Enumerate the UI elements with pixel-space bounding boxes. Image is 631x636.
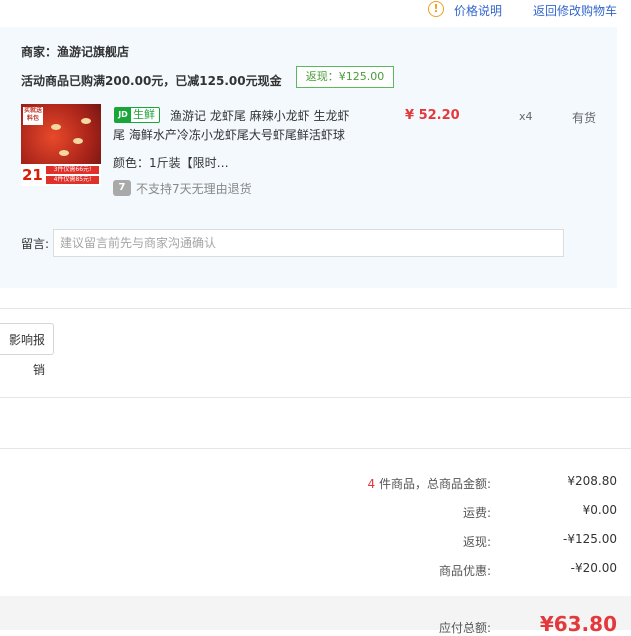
product-image[interactable]: 买就送料包 21 3件仅需66元! 4件仅需85元! xyxy=(21,104,101,186)
note-input[interactable] xyxy=(53,229,564,257)
fresh-label: 生鲜 xyxy=(133,108,155,121)
fresh-badge: JD 生鲜 xyxy=(114,107,160,123)
discount-value: -¥20.00 xyxy=(570,561,617,575)
product-title-line2[interactable]: 尾 海鲜水产冷冻小龙虾尾大号虾尾鲜活虾球 xyxy=(113,126,345,143)
merchant-name: 商家：渔游记旗舰店 xyxy=(21,45,130,59)
payable-bar xyxy=(0,596,631,630)
discount-label: 商品优惠: xyxy=(438,564,491,578)
goods-count: 4 xyxy=(367,477,376,491)
stock-status: 有货 xyxy=(572,111,597,125)
return-policy: 不支持7天无理由退货 xyxy=(136,182,252,196)
image-price: 21 xyxy=(22,166,43,184)
total-goods-amount: ¥208.80 xyxy=(567,474,617,488)
image-offer-2: 4件仅需85元! xyxy=(46,176,99,184)
payable-total: ¥63.80 xyxy=(539,612,617,636)
invoice-reimburse-button[interactable]: 影响报销 xyxy=(0,323,54,377)
jd-fresh-icon: JD xyxy=(115,108,131,122)
divider xyxy=(0,308,631,309)
back-to-cart-link[interactable]: 返回修改购物车 xyxy=(533,2,617,19)
image-gift-tag: 买就送料包 xyxy=(23,107,43,125)
divider xyxy=(0,397,631,398)
rebate-badge: 返现：¥125.00 xyxy=(296,66,394,88)
product-quantity: x4 xyxy=(519,110,533,123)
note-label: 留言: xyxy=(21,237,50,251)
product-color-spec: 颜色：1斤装【限时… xyxy=(113,156,229,170)
product-price: ¥ 52.20 xyxy=(405,108,460,123)
shipping-value: ¥0.00 xyxy=(582,503,617,517)
rebate-label: 返现: xyxy=(462,535,491,549)
info-warning-icon: ! xyxy=(428,1,444,17)
no-return-icon: 7 xyxy=(113,180,131,196)
image-offer-1: 3件仅需66元! xyxy=(46,166,99,174)
order-panel: 商家：渔游记旗舰店 活动商品已购满200.00元，已减125.00元现金 返现：… xyxy=(0,27,617,288)
payable-label: 应付总额: xyxy=(438,621,491,635)
product-title-line1[interactable]: 渔游记 龙虾尾 麻辣小龙虾 生龙虾 xyxy=(170,107,349,124)
promo-text: 活动商品已购满200.00元，已减125.00元现金 xyxy=(21,74,282,88)
rebate-value: -¥125.00 xyxy=(563,532,617,546)
divider xyxy=(0,448,631,449)
shipping-label: 运费: xyxy=(462,506,491,520)
price-info-link[interactable]: 价格说明 xyxy=(454,2,502,19)
goods-count-label: 4 件商品，总商品金额: xyxy=(367,477,492,491)
